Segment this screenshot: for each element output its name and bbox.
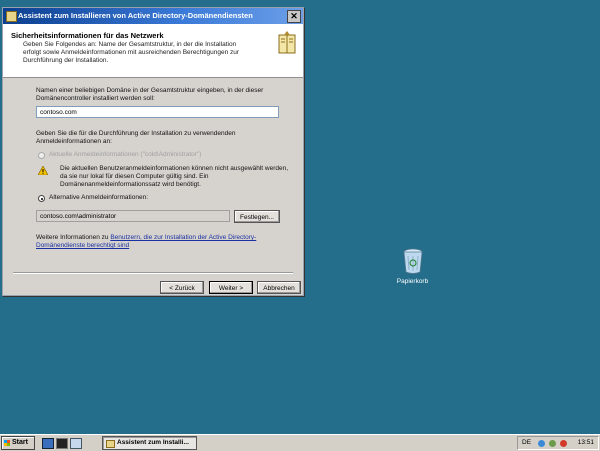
credentials-label: Geben Sie die für die Durchführung der I…: [36, 130, 236, 145]
taskbar: Start Assistent zum Installi... DE 13:51: [0, 434, 600, 451]
alternate-credentials-field: contoso.com\administrator: [36, 210, 230, 222]
recycle-bin-icon: [403, 248, 422, 274]
language-indicator[interactable]: DE: [522, 437, 531, 449]
next-button[interactable]: Weiter >: [209, 281, 253, 294]
system-tray: DE 13:51: [517, 436, 599, 450]
window-title: Assistent zum Installieren von Active Di…: [18, 11, 253, 20]
page-description: Geben Sie Folgendes an: Name der Gesamts…: [23, 41, 240, 64]
warning-icon: [38, 166, 48, 175]
windows-logo-icon: [4, 440, 10, 446]
wizard-window: Assistent zum Installieren von Active Di…: [2, 7, 304, 296]
close-button[interactable]: ✕: [287, 10, 301, 23]
network-icon[interactable]: [538, 440, 545, 447]
domain-label: Namen einer beliebigen Domäne in der Ges…: [36, 87, 264, 102]
alternate-credentials-label: Alternative Anmeldeinformationen:: [49, 194, 149, 201]
alert-icon[interactable]: [560, 440, 567, 447]
command-prompt-icon[interactable]: [56, 438, 68, 449]
back-button[interactable]: < Zurück: [160, 281, 204, 294]
explorer-icon[interactable]: [70, 438, 82, 449]
server-manager-icon[interactable]: [42, 438, 54, 449]
action-center-icon[interactable]: [549, 440, 556, 447]
alternate-credentials-radio[interactable]: [38, 195, 45, 202]
current-credentials-radio[interactable]: [38, 152, 45, 159]
recycle-bin-label: Papierkorb: [396, 278, 429, 285]
wizard-task-icon: [106, 440, 115, 448]
footer-divider: [13, 272, 293, 274]
start-label: Start: [12, 439, 28, 446]
clock[interactable]: 13:51: [578, 437, 594, 449]
taskbar-item-wizard[interactable]: Assistent zum Installi...: [102, 436, 197, 450]
title-bar[interactable]: Assistent zum Installieren von Active Di…: [3, 8, 303, 24]
more-info: Weitere Informationen zu Benutzern, die …: [36, 234, 276, 250]
window-icon: [6, 11, 17, 22]
domain-input[interactable]: contoso.com: [36, 106, 279, 118]
start-button[interactable]: Start: [1, 436, 35, 450]
current-credentials-label: Aktuelle Anmeldeinformationen ("cold\Adm…: [49, 151, 202, 158]
cancel-button[interactable]: Abbrechen: [257, 281, 301, 294]
page-title: Sicherheitsinformationen für das Netzwer…: [11, 31, 164, 40]
set-credentials-button[interactable]: Festlegen...: [234, 210, 280, 223]
warning-text: Die aktuellen Benutzeranmeldeinformation…: [60, 165, 289, 188]
wizard-header: Sicherheitsinformationen für das Netzwer…: [3, 24, 303, 78]
book-icon: [278, 31, 296, 54]
taskbar-item-label: Assistent zum Installi...: [117, 439, 189, 446]
recycle-bin[interactable]: Papierkorb: [390, 248, 435, 285]
more-info-prefix: Weitere Informationen zu: [36, 234, 111, 241]
